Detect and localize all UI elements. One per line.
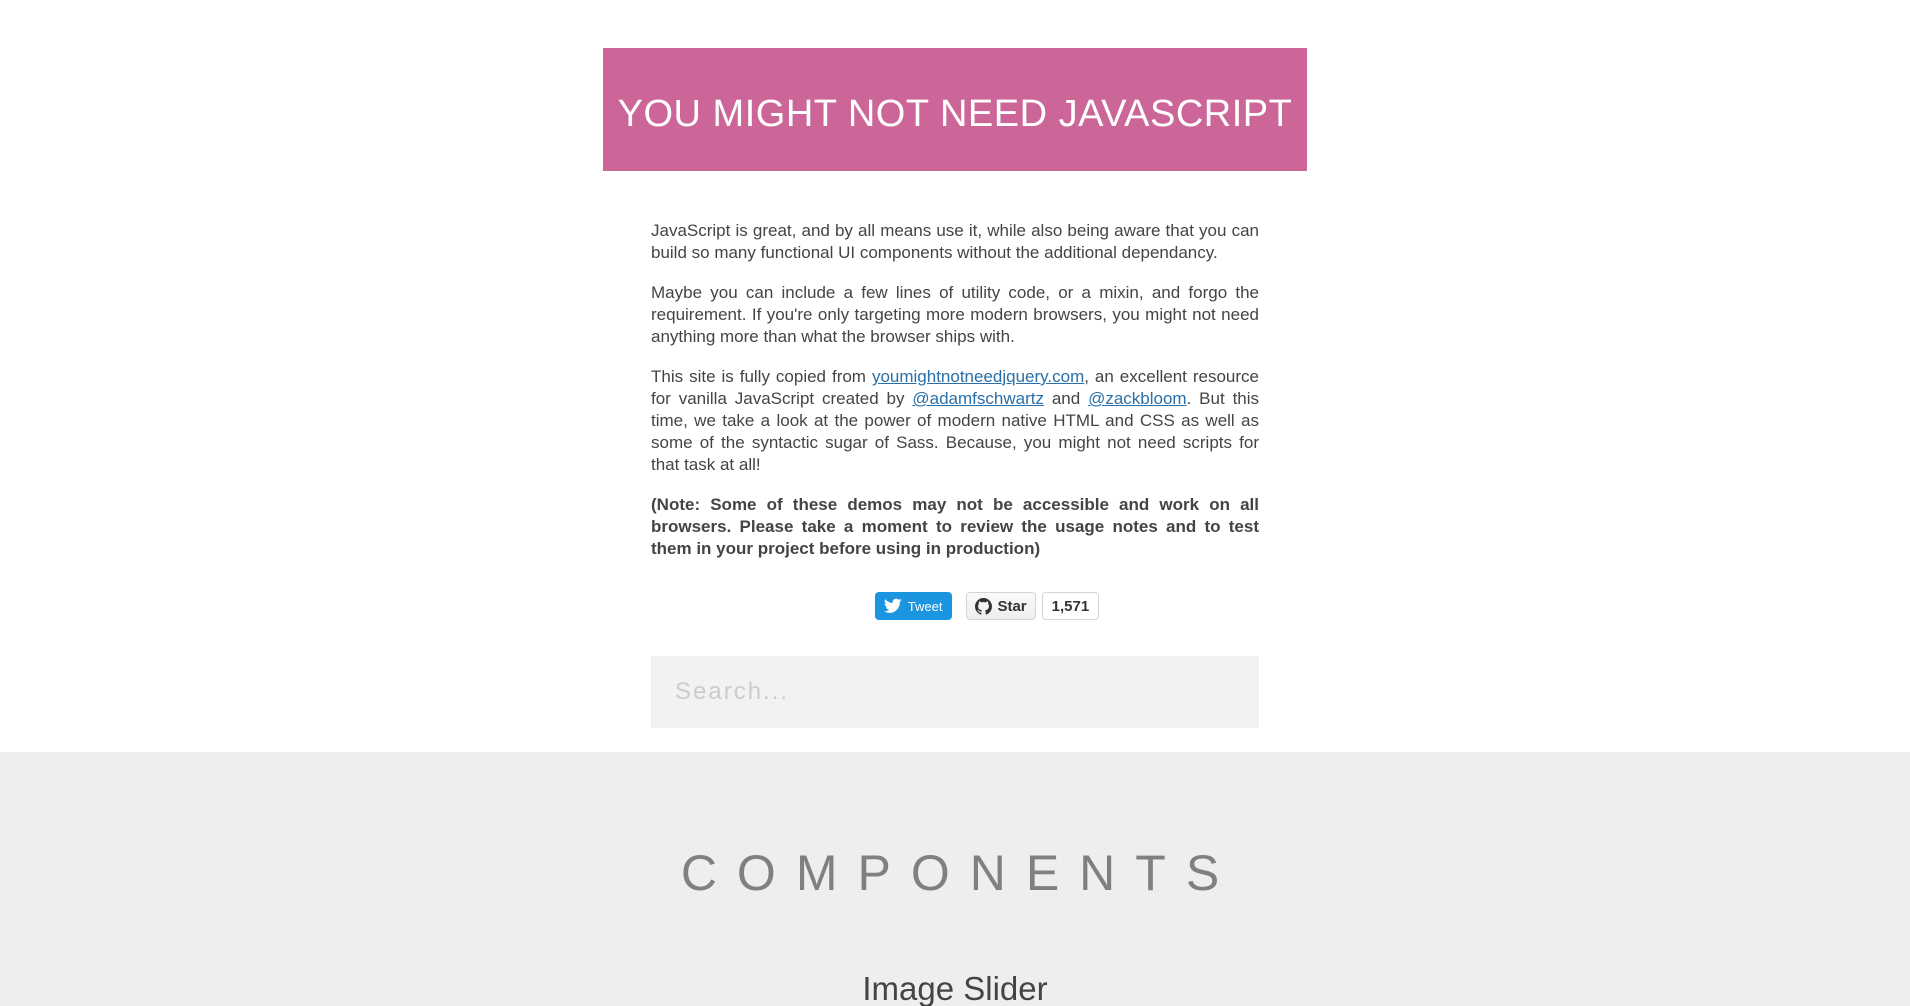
- twitter-bird-icon: [883, 598, 902, 613]
- tweet-label: Tweet: [907, 598, 943, 614]
- zackbloom-link[interactable]: @zackbloom: [1088, 389, 1187, 408]
- intro-paragraph-3: This site is fully copied from youmightn…: [651, 366, 1259, 476]
- top-section: YOU MIGHT NOT NEED JAVASCRIPT JavaScript…: [0, 0, 1910, 752]
- star-label: Star: [997, 597, 1027, 615]
- intro-paragraph-2: Maybe you can include a few lines of uti…: [651, 283, 1259, 346]
- search-input[interactable]: [651, 656, 1259, 728]
- intro-paragraph-1: JavaScript is great, and by all means us…: [651, 221, 1259, 262]
- adamfschwartz-link[interactable]: @adamfschwartz: [912, 389, 1044, 408]
- github-icon: [975, 597, 993, 615]
- youmightnotneedjquery-link[interactable]: youmightnotneedjquery.com: [872, 367, 1084, 386]
- page-title: YOU MIGHT NOT NEED JAVASCRIPT: [617, 93, 1293, 135]
- section-title-image-slider: Image Slider: [862, 970, 1048, 1006]
- components-section: COMPONENTS Image Slider: [0, 752, 1910, 1006]
- github-star-widget: Star 1,571: [966, 592, 1100, 620]
- usage-note: (Note: Some of these demos may not be ac…: [651, 495, 1259, 558]
- star-count[interactable]: 1,571: [1041, 592, 1100, 620]
- intro-p3-text-before: This site is fully copied from: [651, 367, 872, 386]
- intro-text: JavaScript is great, and by all means us…: [651, 220, 1259, 578]
- intro-p3-text-mid2: and: [1043, 389, 1089, 408]
- components-heading: COMPONENTS: [680, 845, 1240, 901]
- header-banner: YOU MIGHT NOT NEED JAVASCRIPT: [603, 48, 1307, 171]
- tweet-button[interactable]: Tweet: [874, 592, 953, 620]
- github-star-button[interactable]: Star: [966, 592, 1036, 620]
- social-buttons: Tweet Star 1,571: [0, 592, 1910, 620]
